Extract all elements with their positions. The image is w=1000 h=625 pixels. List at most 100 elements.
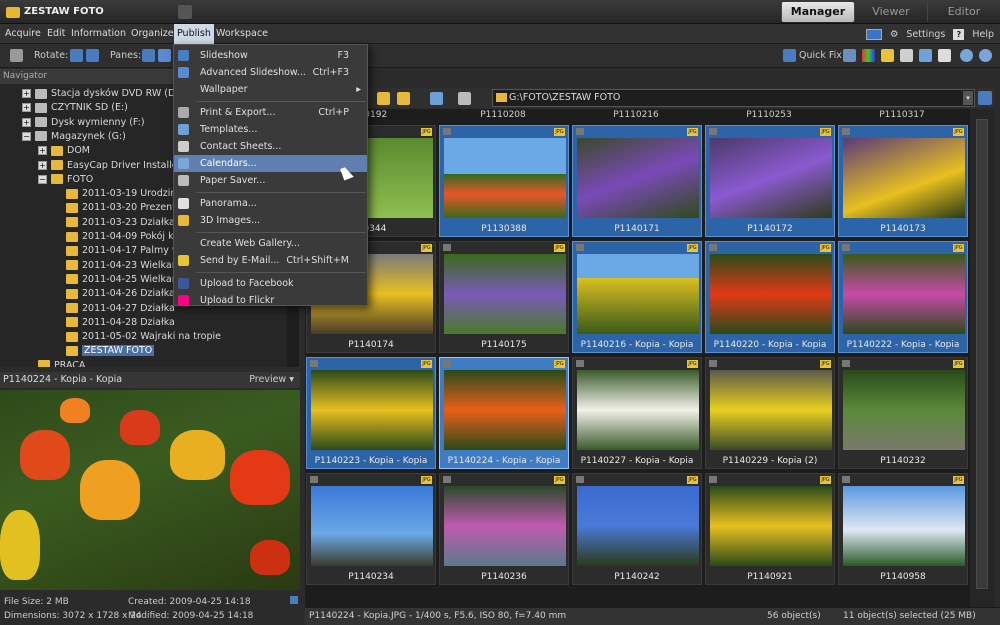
tree-item[interactable]: + Stacja dysków DVD RW (D:) <box>22 87 182 101</box>
thumbnail[interactable]: JPG P1140236 <box>439 473 569 585</box>
tool-icon[interactable] <box>843 49 856 62</box>
help-link[interactable]: Help <box>972 29 994 40</box>
thumbnail[interactable]: JPG P1140223 - Kopia - Kopia <box>306 357 436 469</box>
select-checkbox-icon[interactable] <box>310 360 318 367</box>
menu-item-create-web-gallery[interactable]: Create Web Gallery... <box>174 235 367 252</box>
menu-item-slideshow[interactable]: Slideshow F3 <box>174 47 367 64</box>
quick-fix-button[interactable]: Quick Fix <box>799 44 842 68</box>
thumbnail[interactable]: JPG P1140958 <box>838 473 968 585</box>
settings-link[interactable]: Settings <box>906 29 945 40</box>
tree-item[interactable]: − FOTO <box>38 173 93 187</box>
expand-icon[interactable]: + <box>22 117 31 127</box>
rotate-left-icon[interactable] <box>70 49 83 62</box>
menu-item-advanced-slideshow[interactable]: Advanced Slideshow... Ctrl+F3 <box>174 64 367 81</box>
thumbnail[interactable]: JPG P1140232 <box>838 357 968 469</box>
select-checkbox-icon[interactable] <box>443 128 451 135</box>
select-checkbox-icon[interactable] <box>709 244 717 251</box>
folder-up-icon[interactable] <box>377 92 390 105</box>
folder-icon[interactable] <box>397 92 410 105</box>
tree-item[interactable]: ZESTAW FOTO <box>66 344 155 358</box>
select-checkbox-icon[interactable] <box>443 360 451 367</box>
tree-item[interactable]: 2011-04-26 Działka <box>66 287 175 301</box>
resize-icon[interactable] <box>938 49 951 62</box>
tree-item[interactable]: 2011-03-20 Prezent <box>66 201 176 215</box>
thumbnail[interactable]: JPG P1140171 <box>572 125 702 237</box>
collapse-icon[interactable]: − <box>22 131 31 141</box>
select-checkbox-icon[interactable] <box>576 244 584 251</box>
menu-item-send-by-e-mail[interactable]: Send by E-Mail... Ctrl+Shift+M <box>174 252 367 269</box>
select-checkbox-icon[interactable] <box>709 360 717 367</box>
thumbnail[interactable]: JPG P1140227 - Kopia - Kopia <box>572 357 702 469</box>
select-checkbox-icon[interactable] <box>842 128 850 135</box>
picture-icon[interactable] <box>919 49 932 62</box>
triangle-icon[interactable] <box>900 49 913 62</box>
tree-item[interactable]: − Magazynek (G:) <box>22 130 126 144</box>
tree-item[interactable]: + CZYTNIK SD (E:) <box>22 101 128 115</box>
thumbnail[interactable]: JPG P1140242 <box>572 473 702 585</box>
brightness-icon[interactable] <box>881 49 894 62</box>
zoom-out-icon[interactable] <box>979 49 992 62</box>
view-mode-icon[interactable] <box>458 92 471 105</box>
thumbnail[interactable]: JPG P1140173 <box>838 125 968 237</box>
tree-item[interactable]: 2011-05-02 Wajraki na tropie <box>66 330 221 344</box>
expand-icon[interactable]: + <box>22 103 31 113</box>
expand-icon[interactable]: + <box>38 160 47 170</box>
select-checkbox-icon[interactable] <box>576 128 584 135</box>
tree-item[interactable]: 2011-04-28 Działka <box>66 316 175 330</box>
address-bar[interactable]: G:\FOTO\ZESTAW FOTO <box>492 89 975 107</box>
menu-item-upload-to-flickr[interactable]: Upload to Flickr <box>174 292 367 309</box>
camera-icon[interactable] <box>10 49 23 62</box>
select-checkbox-icon[interactable] <box>310 476 318 483</box>
thumbnail[interactable]: JPG P1130388 <box>439 125 569 237</box>
rotate-right-icon[interactable] <box>86 49 99 62</box>
menu-item-calendars[interactable]: Calendars... <box>174 155 367 172</box>
menu-publish[interactable]: Publish <box>174 24 214 44</box>
thumbnail[interactable]: JPG P1140175 <box>439 241 569 353</box>
monitor-icon[interactable] <box>865 28 882 40</box>
thumbnail[interactable]: JPG P1140229 - Kopia (2) <box>705 357 835 469</box>
select-checkbox-icon[interactable] <box>576 476 584 483</box>
menu-workspace[interactable]: Workspace <box>216 24 268 44</box>
address-dropdown-icon[interactable]: ▾ <box>963 91 973 105</box>
thumbnail[interactable]: JPG P1140921 <box>705 473 835 585</box>
color-icon[interactable] <box>862 49 875 62</box>
info-toggle-icon[interactable] <box>290 596 298 604</box>
window-control-icon[interactable] <box>178 5 192 19</box>
select-checkbox-icon[interactable] <box>709 476 717 483</box>
menu-item-wallpaper[interactable]: Wallpaper ▸ <box>174 81 367 98</box>
thumbnail[interactable]: JPG P1140222 - Kopia - Kopia <box>838 241 968 353</box>
menu-item-paper-saver[interactable]: Paper Saver... <box>174 172 367 189</box>
menu-item-templates[interactable]: Templates... <box>174 121 367 138</box>
select-checkbox-icon[interactable] <box>443 476 451 483</box>
thumbnail[interactable]: JPG P1140220 - Kopia - Kopia <box>705 241 835 353</box>
tree-item[interactable]: 2011-04-25 Wielkanoc <box>66 273 189 287</box>
tree-item[interactable]: + Dysk wymienny (F:) <box>22 116 145 130</box>
quick-fix-icon[interactable] <box>783 49 796 62</box>
scroll-thumb[interactable] <box>976 119 988 589</box>
menu-item-panorama[interactable]: Panorama... <box>174 195 367 212</box>
menu-item-3d-images[interactable]: 3D Images... <box>174 212 367 229</box>
select-checkbox-icon[interactable] <box>842 360 850 367</box>
tree-item[interactable]: 2011-03-23 Działka <box>66 216 175 230</box>
menu-organize[interactable]: Organize <box>131 24 174 44</box>
sort-icon[interactable] <box>430 92 443 105</box>
mode-viewer[interactable]: Viewer <box>854 2 927 22</box>
select-checkbox-icon[interactable] <box>576 360 584 367</box>
thumbnail[interactable]: JPG P1140224 - Kopia - Kopia <box>439 357 569 469</box>
refresh-icon[interactable] <box>978 91 992 105</box>
select-checkbox-icon[interactable] <box>842 476 850 483</box>
tree-item[interactable]: PRACA <box>38 359 85 367</box>
thumbnail[interactable]: JPG P1140172 <box>705 125 835 237</box>
tree-item[interactable]: 2011-04-17 Palmy w ł <box>66 244 185 258</box>
mode-manager[interactable]: Manager <box>781 2 854 22</box>
zoom-in-icon[interactable] <box>960 49 973 62</box>
mode-editor[interactable]: Editor <box>927 2 1000 22</box>
menu-acquire[interactable]: Acquire <box>5 24 41 44</box>
menu-item-upload-to-facebook[interactable]: Upload to Facebook <box>174 275 367 292</box>
tree-item[interactable]: + DOM <box>38 144 90 158</box>
select-checkbox-icon[interactable] <box>443 244 451 251</box>
expand-icon[interactable]: + <box>38 146 47 156</box>
gear-icon[interactable]: ⚙ <box>890 29 899 40</box>
select-checkbox-icon[interactable] <box>842 244 850 251</box>
tree-item[interactable]: 2011-04-27 Działka <box>66 302 175 316</box>
